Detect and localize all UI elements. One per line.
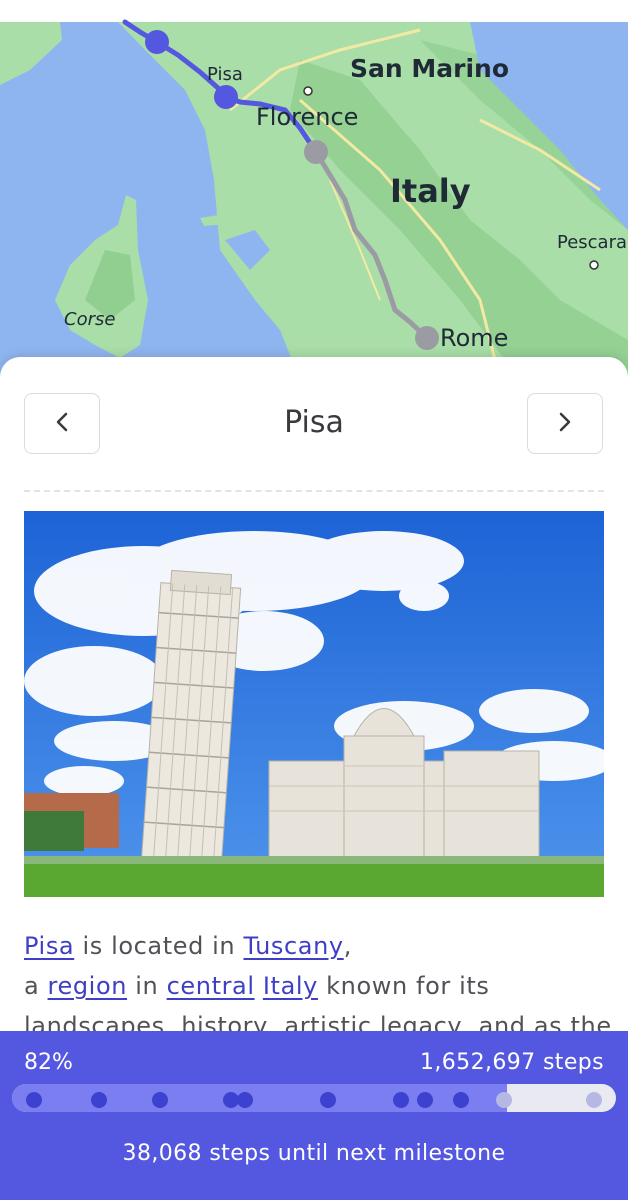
map-label-san-marino: San Marino [350, 54, 509, 83]
description-text: in [127, 972, 167, 1000]
description-text: a [24, 972, 48, 1000]
city-dot [303, 86, 313, 96]
description-text: is located in [74, 932, 244, 960]
milestone-dot [586, 1092, 602, 1108]
milestone-dot [152, 1092, 168, 1108]
link-central[interactable]: central [167, 972, 255, 1000]
total-steps: 1,652,697 steps [419, 1050, 604, 1075]
map-label-italy: Italy [390, 172, 471, 210]
milestone-dot [26, 1092, 42, 1108]
progress-percent: 82% [24, 1050, 73, 1075]
milestone-dot [453, 1092, 469, 1108]
milestone-dot [237, 1092, 253, 1108]
location-photo [24, 511, 604, 897]
map-label-corse: Corse [64, 309, 116, 330]
milestone-dot [496, 1092, 512, 1108]
description-text [255, 972, 263, 1000]
card-divider [24, 490, 604, 492]
description-text: , [343, 932, 352, 960]
progress-bar [12, 1084, 616, 1112]
milestone-dot [91, 1092, 107, 1108]
link-pisa[interactable]: Pisa [24, 932, 74, 960]
description-text: known for its [317, 972, 490, 1000]
next-milestone-text: 38,068 steps until next milestone [122, 1141, 506, 1166]
milestone-dot [417, 1092, 433, 1108]
chevron-right-icon [557, 411, 573, 437]
route-stop-marker[interactable] [214, 85, 238, 109]
milestone-dot [393, 1092, 409, 1108]
milestone-dot [320, 1092, 336, 1108]
map-label-pescara: Pescara [557, 232, 628, 253]
next-location-button[interactable] [527, 393, 603, 454]
location-description: Pisa is located in Tuscany, a region in … [24, 926, 614, 1046]
route-map[interactable]: Pisa Florence San Marino Italy Pescara C… [0, 0, 628, 380]
progress-bar-fill [12, 1084, 508, 1112]
link-italy[interactable]: Italy [263, 972, 318, 1000]
link-tuscany[interactable]: Tuscany [243, 932, 343, 960]
city-dot [589, 260, 599, 270]
route-stop-marker[interactable] [145, 30, 169, 54]
map-label-florence: Florence [256, 103, 359, 131]
map-label-pisa: Pisa [207, 64, 243, 85]
route-stop-marker[interactable] [415, 326, 439, 350]
link-region[interactable]: region [48, 972, 128, 1000]
map-label-rome: Rome [440, 324, 509, 352]
route-stop-marker[interactable] [304, 140, 328, 164]
